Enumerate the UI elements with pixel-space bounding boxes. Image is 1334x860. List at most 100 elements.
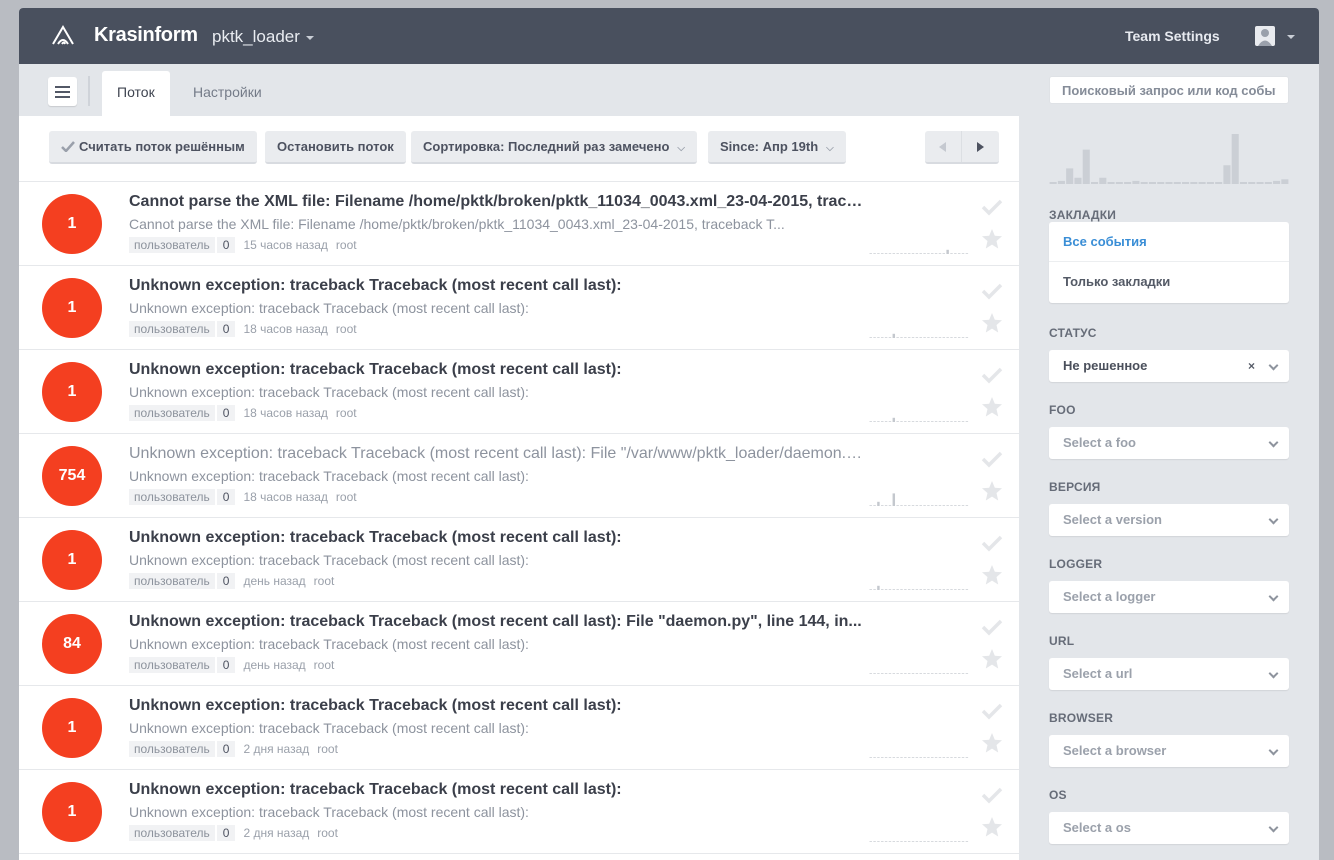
- event-users-label: пользователь: [129, 237, 215, 253]
- user-avatar[interactable]: [1255, 26, 1275, 46]
- clear-filter-icon[interactable]: ×: [1248, 350, 1255, 382]
- sparkline-bar: [931, 757, 934, 758]
- event-row[interactable]: 1 Unknown exception: traceback Traceback …: [19, 518, 1019, 602]
- bookmark-only-bookmarks[interactable]: Только закладки: [1049, 262, 1289, 302]
- event-title-link[interactable]: Unknown exception: traceback Traceback (…: [129, 613, 864, 631]
- sparkline-bar: [957, 421, 961, 422]
- sparkline-bar: [869, 253, 872, 254]
- event-title-link[interactable]: Unknown exception: traceback Traceback (…: [129, 529, 864, 547]
- next-page-button[interactable]: [977, 142, 984, 152]
- project-selector[interactable]: pktk_loader: [212, 27, 314, 47]
- bookmark-star-icon[interactable]: [981, 396, 1003, 418]
- event-users-count: 0: [216, 741, 236, 757]
- sparkline-bar: [965, 253, 969, 254]
- sparkline-bar: [881, 421, 884, 422]
- event-row[interactable]: 84 Unknown exception: traceback Traceback…: [19, 602, 1019, 686]
- sparkline-bar: [915, 757, 919, 758]
- sparkline-bar: [869, 841, 872, 842]
- top-navbar: Krasinform pktk_loader Team Settings: [19, 8, 1319, 64]
- event-row[interactable]: 1 Unknown exception: traceback Traceback …: [19, 266, 1019, 350]
- resolve-stream-label: Считать поток решённым: [79, 139, 245, 154]
- resolve-check-icon[interactable]: [981, 534, 1003, 552]
- bookmark-star-icon[interactable]: [981, 480, 1003, 502]
- sparkline-bar: [931, 841, 934, 842]
- event-users-label: пользователь: [129, 489, 215, 505]
- tab-stream[interactable]: Поток: [102, 71, 170, 116]
- sparkline-bar: [877, 501, 880, 506]
- event-title-link[interactable]: Unknown exception: traceback Traceback (…: [129, 697, 864, 715]
- filter-select[interactable]: Select a browser: [1049, 735, 1289, 767]
- resolve-check-icon[interactable]: [981, 366, 1003, 384]
- event-title-link[interactable]: Unknown exception: traceback Traceback (…: [129, 781, 864, 799]
- team-settings-link[interactable]: Team Settings: [1125, 28, 1220, 44]
- event-row[interactable]: 754 Unknown exception: traceback Tracebac…: [19, 434, 1019, 518]
- search-input[interactable]: [1049, 76, 1289, 104]
- bookmark-star-icon[interactable]: [981, 816, 1003, 838]
- filter-select[interactable]: Select a os: [1049, 812, 1289, 844]
- event-row[interactable]: 1 Cannot parse the XML file: Filename /ho…: [19, 182, 1019, 266]
- sentry-logo-icon[interactable]: [51, 24, 75, 46]
- stop-stream-button[interactable]: Остановить поток: [265, 131, 406, 164]
- filter-select[interactable]: Select a url: [1049, 658, 1289, 690]
- resolve-check-icon[interactable]: [981, 618, 1003, 636]
- sparkline-bar: [911, 841, 915, 842]
- resolve-check-icon[interactable]: [981, 702, 1003, 720]
- filter-select[interactable]: Select a version: [1049, 504, 1289, 536]
- sparkline-bar: [954, 421, 957, 422]
- since-dropdown[interactable]: Since: Апр 19th ⌵: [708, 131, 846, 164]
- event-row[interactable]: 1 Unknown exception: traceback Traceback …: [19, 770, 1019, 854]
- previous-page-button[interactable]: [939, 142, 946, 152]
- sparkline-bar: [904, 337, 907, 338]
- bookmark-star-icon[interactable]: [981, 648, 1003, 670]
- sort-dropdown[interactable]: Сортировка: Последний раз замечено ⌵: [411, 131, 697, 164]
- event-users-count: 0: [216, 405, 236, 421]
- bookmark-all-events[interactable]: Все события: [1049, 222, 1289, 262]
- mini-chart-bar: [1256, 182, 1264, 184]
- event-users-label: пользователь: [129, 321, 215, 337]
- tab-settings[interactable]: Настройки: [178, 71, 277, 116]
- event-title-link[interactable]: Cannot parse the XML file: Filename /hom…: [129, 193, 864, 211]
- bookmark-star-icon[interactable]: [981, 228, 1003, 250]
- event-meta: пользователь 0 18 часов назад root: [129, 489, 357, 506]
- resolve-check-icon[interactable]: [981, 198, 1003, 216]
- sparkline-bar: [934, 841, 938, 842]
- filter-select[interactable]: Select a foo: [1049, 427, 1289, 459]
- sparkline-bar: [950, 841, 953, 842]
- resolve-stream-button[interactable]: Считать поток решённым: [49, 131, 257, 164]
- menu-line: [55, 91, 70, 93]
- sparkline-bar: [888, 421, 892, 422]
- sparkline-bar: [961, 589, 965, 590]
- event-description: Unknown exception: traceback Traceback (…: [129, 636, 529, 652]
- bookmark-star-icon[interactable]: [981, 564, 1003, 586]
- event-row[interactable]: 1 Unknown exception: traceback Traceback …: [19, 350, 1019, 434]
- event-title-link[interactable]: Unknown exception: traceback Traceback (…: [129, 445, 864, 463]
- event-count-badge: 1: [42, 362, 102, 422]
- bookmark-star-icon[interactable]: [981, 312, 1003, 334]
- event-row[interactable]: 1 Unknown exception: traceback Traceback …: [19, 686, 1019, 770]
- event-logger: root: [335, 406, 357, 420]
- bookmark-star-icon[interactable]: [981, 732, 1003, 754]
- filter-select[interactable]: Не решенное ×: [1049, 350, 1289, 382]
- sparkline-bar: [915, 589, 919, 590]
- event-title-link[interactable]: Unknown exception: traceback Traceback (…: [129, 361, 864, 379]
- filter-select[interactable]: Select a logger: [1049, 581, 1289, 613]
- hamburger-menu-button[interactable]: [48, 77, 77, 106]
- event-logger: root: [317, 826, 338, 840]
- sparkline-bar: [946, 589, 949, 590]
- mini-chart-bar: [1273, 180, 1281, 184]
- filter-label: URL: [1049, 634, 1075, 648]
- resolve-check-icon[interactable]: [981, 282, 1003, 300]
- organization-name[interactable]: Krasinform: [94, 24, 198, 47]
- sparkline-bar: [892, 333, 896, 338]
- sparkline-bar: [873, 841, 876, 842]
- event-logger: root: [335, 322, 357, 336]
- event-title-link[interactable]: Unknown exception: traceback Traceback (…: [129, 277, 864, 295]
- user-menu-chevron-icon[interactable]: [1287, 35, 1295, 39]
- resolve-check-icon[interactable]: [981, 450, 1003, 468]
- sparkline-bar: [923, 421, 926, 422]
- resolve-check-icon[interactable]: [981, 786, 1003, 804]
- event-count-badge: 1: [42, 278, 102, 338]
- mini-chart-bar: [1231, 134, 1239, 184]
- sparkline-bar: [942, 757, 946, 758]
- sparkline-bar: [869, 673, 872, 674]
